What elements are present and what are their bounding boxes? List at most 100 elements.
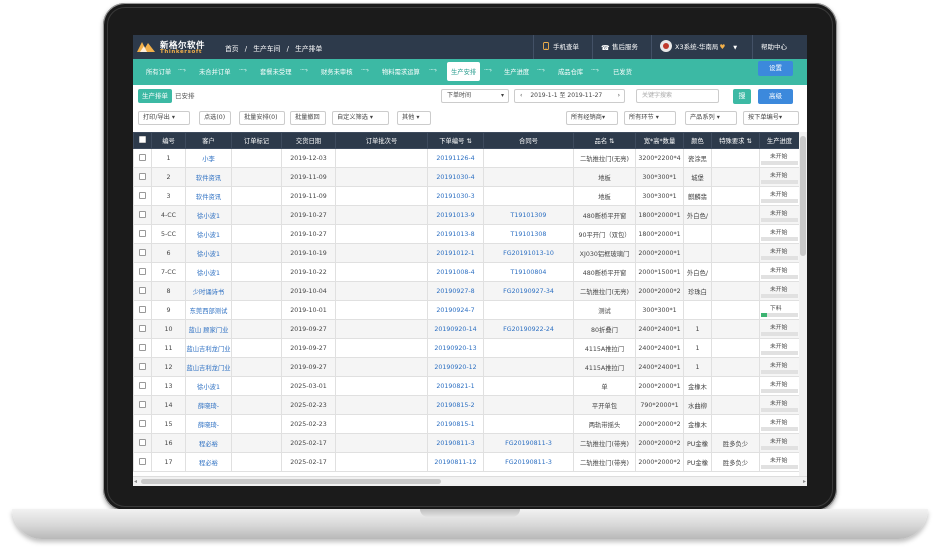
cell-contract[interactable]: FG20190811-3	[483, 433, 574, 453]
table-row[interactable]: 11 蓝山吉利龙门业 2019-09-27 20190920-13 4115A推拉门 24…	[133, 338, 800, 358]
cell-customer[interactable]: 徐小波1	[185, 224, 232, 244]
cell-progress[interactable]: 未开始	[759, 433, 800, 453]
cell-order-no[interactable]: 20191013-8	[427, 224, 484, 244]
row-checkbox[interactable]	[133, 186, 152, 206]
scrollbar-thumb[interactable]	[141, 479, 441, 484]
cell-contract[interactable]: T19101308	[483, 224, 574, 244]
cell-customer[interactable]: 薛晓琦-	[185, 414, 232, 434]
cell-order-no[interactable]: 20191008-4	[427, 262, 484, 282]
cell-contract[interactable]	[483, 357, 574, 377]
cell-progress[interactable]: 未开始	[759, 167, 800, 187]
mobile-order-button[interactable]: 手机查单	[533, 35, 591, 59]
cell-progress[interactable]: 未开始	[759, 262, 800, 282]
cell-contract[interactable]: FG20191013-10	[483, 243, 574, 263]
settings-button[interactable]: 设置	[758, 61, 793, 76]
col-header-size[interactable]: 宽*高*数量	[635, 132, 684, 149]
advanced-search-button[interactable]: 高级	[758, 89, 793, 104]
help-center-button[interactable]: 帮助中心	[752, 35, 807, 59]
cell-contract[interactable]: FG20190927-34	[483, 281, 574, 301]
col-header-customer[interactable]: 客户	[185, 132, 232, 149]
cell-progress[interactable]: 未开始	[759, 452, 800, 472]
row-checkbox[interactable]	[133, 357, 152, 377]
batch-return-button[interactable]: 批量撤回	[290, 111, 326, 125]
table-row[interactable]: 6 徐小波1 2019-10-19 20191012-1 FG20191013-10 XJ…	[133, 243, 800, 263]
other-menu-button[interactable]: 其他 ▾	[397, 111, 431, 125]
table-row[interactable]: 2 软件资讯 2019-11-09 20191030-4 地板 300*300*1 城堡 未开…	[133, 167, 800, 187]
breadcrumb-workshop[interactable]: 生产车间	[253, 45, 280, 53]
cell-customer[interactable]: 徐小波1	[185, 262, 232, 282]
cell-progress[interactable]: 未开始	[759, 319, 800, 339]
col-header-delivery-date[interactable]: 交货日期	[281, 132, 336, 149]
row-checkbox[interactable]	[133, 243, 152, 263]
row-checkbox[interactable]	[133, 281, 152, 301]
cell-contract[interactable]: T19101309	[483, 205, 574, 225]
flow-step-unmerged[interactable]: 未合并订单	[199, 67, 230, 76]
cell-customer[interactable]: 程必裕	[185, 433, 232, 453]
cell-contract[interactable]	[483, 148, 574, 168]
cell-progress[interactable]: 未开始	[759, 186, 800, 206]
cell-customer[interactable]: 少时诵诗书	[185, 281, 232, 301]
cell-order-no[interactable]: 20191126-4	[427, 148, 484, 168]
table-row[interactable]: 13 徐小波1 2025-03-01 20190821-1 单 2000*2000*1 金橡…	[133, 376, 800, 396]
cell-contract[interactable]: FG20190811-3	[483, 452, 574, 472]
picked-button[interactable]: 点选(0)	[199, 111, 231, 125]
col-header-batch[interactable]: 订单批次号	[335, 132, 428, 149]
cell-progress[interactable]: 未开始	[759, 148, 800, 168]
cell-contract[interactable]	[483, 167, 574, 187]
flow-step-shipped[interactable]: 已发货	[613, 67, 632, 76]
cell-contract[interactable]	[483, 414, 574, 434]
table-row[interactable]: 1 小李 2019-12-03 20191126-4 二轨推拉门(无亮) 3200*220…	[133, 148, 800, 168]
horizontal-scrollbar[interactable]: ◂ ▸	[133, 476, 807, 486]
table-row[interactable]: 12 蓝山吉利龙门业 2019-09-27 20190920-12 4115A推拉门 24…	[133, 357, 800, 377]
col-header-color[interactable]: 颜色	[683, 132, 712, 149]
print-export-button[interactable]: 打印/导出 ▾	[138, 111, 190, 125]
row-checkbox[interactable]	[133, 376, 152, 396]
cell-customer[interactable]: 程必裕	[185, 452, 232, 472]
cell-order-no[interactable]: 20190815-2	[427, 395, 484, 415]
logo[interactable]: 新格尔软件 Thinkersoft	[136, 38, 216, 56]
cell-order-no[interactable]: 20190927-8	[427, 281, 484, 301]
select-all-checkbox[interactable]	[133, 132, 152, 149]
table-row[interactable]: 9 东莞西部测试 2019-10-01 20190924-7 测试 300*300*1 下料	[133, 300, 800, 320]
cell-customer[interactable]: 蓝山 顾家门业	[185, 319, 232, 339]
row-checkbox[interactable]	[133, 452, 152, 472]
row-checkbox[interactable]	[133, 300, 152, 320]
cell-customer[interactable]: 徐小波1	[185, 243, 232, 263]
table-row[interactable]: 7-CC 徐小波1 2019-10-22 20191008-4 T19100804 480…	[133, 262, 800, 282]
cell-progress[interactable]: 未开始	[759, 205, 800, 225]
scroll-right-icon[interactable]: ▸	[803, 477, 806, 486]
cell-customer[interactable]: 薛晓琦-	[185, 395, 232, 415]
cell-customer[interactable]: 徐小波1	[185, 376, 232, 396]
flow-step-package-pending[interactable]: 套餐未受理	[260, 67, 291, 76]
row-checkbox[interactable]	[133, 205, 152, 225]
cell-contract[interactable]	[483, 186, 574, 206]
custom-filter-button[interactable]: 自定义筛选 ▾	[332, 111, 389, 125]
cell-order-no[interactable]: 20190811-3	[427, 433, 484, 453]
cell-contract[interactable]	[483, 338, 574, 358]
cell-progress[interactable]: 未开始	[759, 395, 800, 415]
scrollbar-thumb[interactable]	[800, 136, 806, 256]
after-sales-button[interactable]: ☎ 售后服务	[592, 35, 650, 59]
cell-order-no[interactable]: 20191012-1	[427, 243, 484, 263]
cell-order-no[interactable]: 20191013-9	[427, 205, 484, 225]
cell-progress[interactable]: 未开始	[759, 357, 800, 377]
cell-customer[interactable]: 小李	[185, 148, 232, 168]
tab-arranged[interactable]: 已安排	[171, 89, 199, 103]
cell-order-no[interactable]: 20190920-12	[427, 357, 484, 377]
table-row[interactable]: 5-CC 徐小波1 2019-10-27 20191013-8 T19101308 90平…	[133, 224, 800, 244]
date-range-picker[interactable]: ‹ 2019-1-1 至 2019-11-27 ›	[514, 89, 625, 103]
row-checkbox[interactable]	[133, 167, 152, 187]
cell-order-no[interactable]: 20190815-1	[427, 414, 484, 434]
scroll-left-icon[interactable]: ◂	[134, 477, 137, 486]
cell-progress[interactable]: 下料	[759, 300, 800, 320]
batch-arrange-button[interactable]: 批量安排(0)	[239, 111, 285, 125]
dealer-select[interactable]: 所有经销商▾	[566, 111, 618, 125]
cell-contract[interactable]	[483, 300, 574, 320]
cell-order-no[interactable]: 20190821-1	[427, 376, 484, 396]
flow-step-all-orders[interactable]: 所有订单	[146, 67, 171, 76]
table-row[interactable]: 10 蓝山 顾家门业 2019-09-27 20190920-14 FG20190922…	[133, 319, 800, 339]
cell-progress[interactable]: 未开始	[759, 243, 800, 263]
table-row[interactable]: 15 薛晓琦- 2025-02-23 20190815-1 两轨带摇头 2000*2000…	[133, 414, 800, 434]
row-checkbox[interactable]	[133, 224, 152, 244]
row-checkbox[interactable]	[133, 262, 152, 282]
